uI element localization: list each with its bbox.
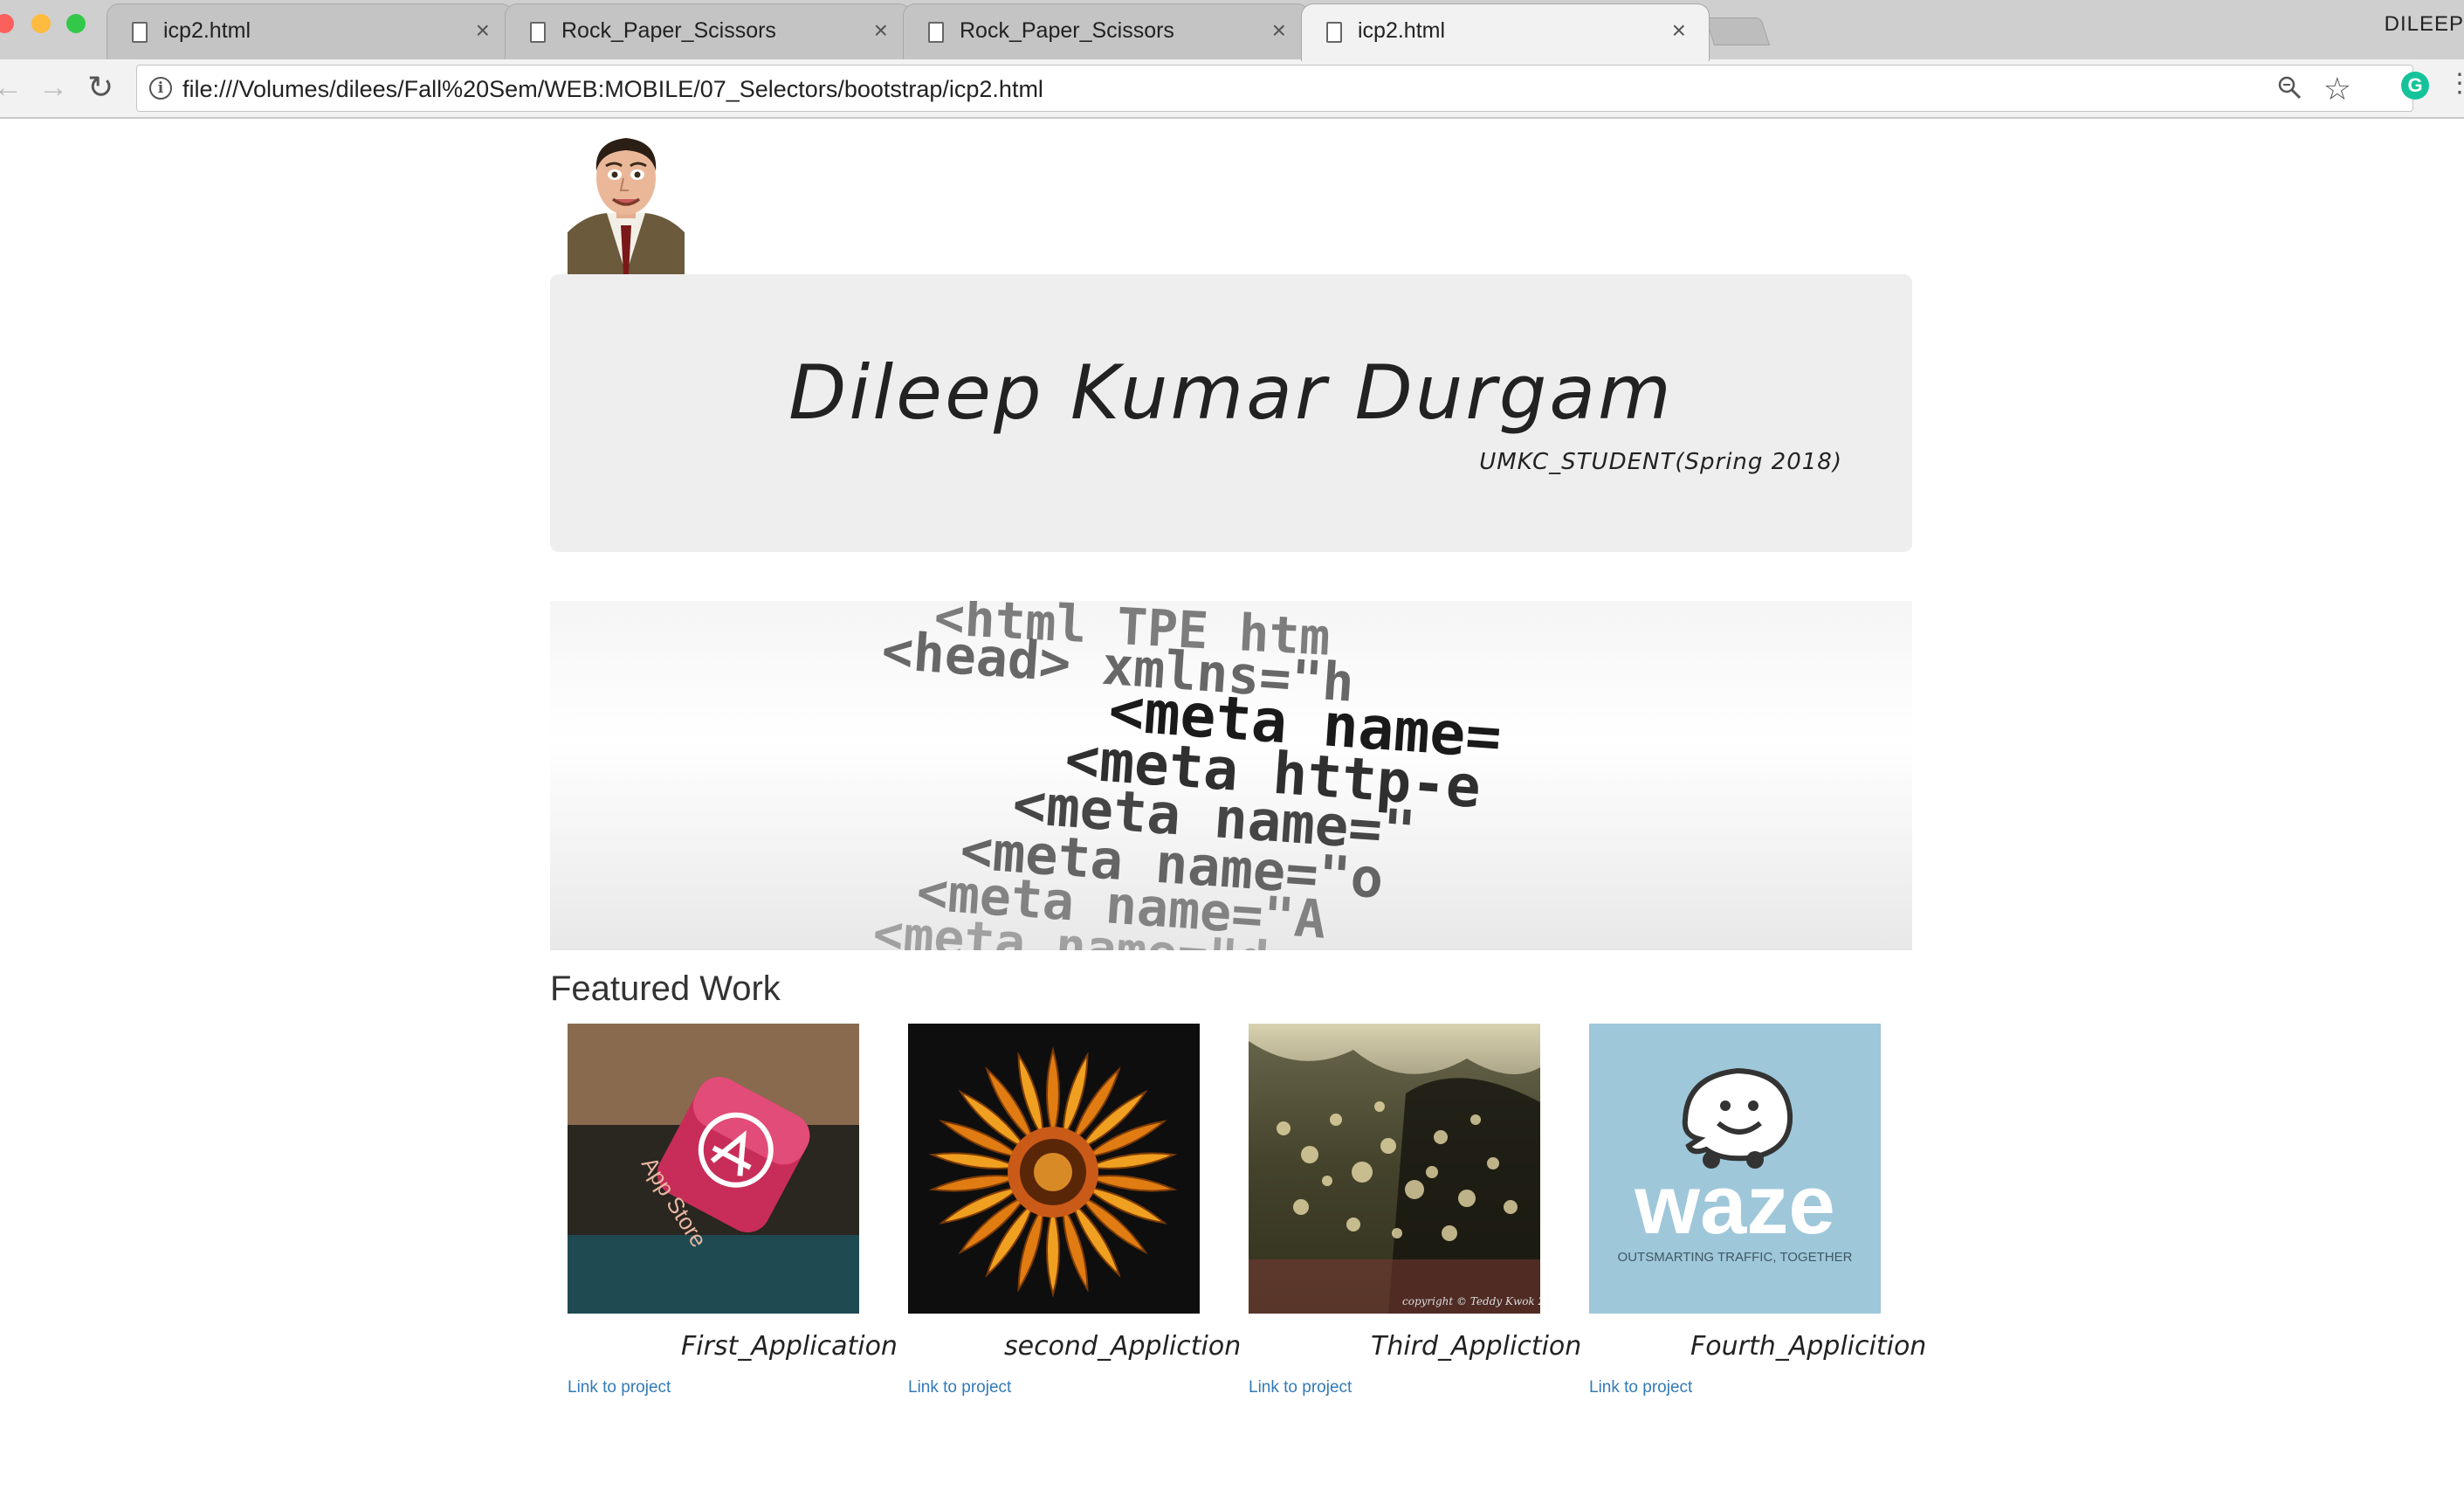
- reload-icon[interactable]: ↻: [87, 70, 114, 105]
- project-3-thumbnail[interactable]: copyright © Teddy Kwok 2014: [1249, 1024, 1540, 1314]
- new-tab-button[interactable]: [1704, 17, 1771, 45]
- url-text[interactable]: file:///Volumes/dilees/Fall%20Sem/WEB:MO…: [182, 76, 1043, 103]
- project-4-thumbnail[interactable]: waze OUTSMARTING TRAFFIC, TOGETHER: [1589, 1024, 1881, 1314]
- project-3-label: Third_Appliction: [1371, 1331, 1582, 1362]
- project-2-label: second_Appliction: [1004, 1331, 1242, 1362]
- project-4-link[interactable]: Link to project: [1589, 1378, 1692, 1397]
- close-window-button[interactable]: [0, 14, 14, 33]
- document-icon: [132, 22, 148, 43]
- project-2-link[interactable]: Link to project: [908, 1378, 1011, 1397]
- browser-toolbar: ← → ↻ i file:///Volumes/dilees/Fall%20Se…: [0, 59, 2464, 119]
- document-icon: [928, 22, 944, 43]
- tab-close-icon[interactable]: ×: [874, 17, 888, 45]
- document-icon: [1326, 22, 1342, 43]
- bookmark-star-icon[interactable]: ☆: [2323, 71, 2351, 107]
- project-1-link[interactable]: Link to project: [568, 1378, 671, 1397]
- tab-title: Rock_Paper_Scissors: [561, 18, 776, 43]
- info-icon[interactable]: i: [149, 77, 172, 100]
- tab-close-icon[interactable]: ×: [476, 17, 490, 45]
- browser-tab-4-active[interactable]: icp2.html ×: [1301, 3, 1710, 61]
- maximize-window-button[interactable]: [66, 14, 86, 33]
- zoom-icon[interactable]: [2276, 74, 2302, 107]
- browser-tab-2[interactable]: Rock_Paper_Scissors ×: [505, 3, 912, 59]
- tab-title: icp2.html: [1358, 18, 1446, 43]
- waze-wordmark: waze: [1634, 1158, 1834, 1252]
- tab-close-icon[interactable]: ×: [1672, 17, 1686, 45]
- hero-subtitle: UMKC_STUDENT(Spring 2018): [1479, 449, 1842, 475]
- tab-close-icon[interactable]: ×: [1272, 17, 1286, 45]
- profile-name[interactable]: DILEEP: [2385, 12, 2464, 37]
- browser-tab-1[interactable]: icp2.html ×: [107, 3, 513, 59]
- tab-title: Rock_Paper_Scissors: [960, 18, 1174, 43]
- tab-title: icp2.html: [163, 18, 251, 43]
- back-arrow-icon[interactable]: ←: [0, 70, 23, 105]
- avatar: [568, 128, 685, 274]
- featured-work-heading: Featured Work: [550, 969, 781, 1008]
- jumbotron: Dileep Kumar Durgam UMKC_STUDENT(Spring …: [550, 274, 1912, 552]
- hero-name: Dileep Kumar Durgam: [788, 349, 1674, 437]
- waze-tagline: OUTSMARTING TRAFFIC, TOGETHER: [1618, 1250, 1853, 1265]
- browser-tab-3[interactable]: Rock_Paper_Scissors ×: [903, 3, 1310, 59]
- grammarly-extension-icon[interactable]: G: [2401, 72, 2429, 100]
- project-1-thumbnail[interactable]: App Store: [568, 1024, 859, 1314]
- code-banner-image: <html TPE htm <head> xmlns="h <meta name…: [550, 601, 1912, 950]
- project-2-thumbnail[interactable]: [908, 1024, 1200, 1314]
- project-1-label: First_Application: [681, 1331, 898, 1362]
- photo-copyright-text: copyright © Teddy Kwok 2014: [1402, 1295, 1540, 1307]
- forward-arrow-icon[interactable]: →: [38, 70, 68, 105]
- minimize-window-button[interactable]: [31, 14, 51, 33]
- menu-dots-icon[interactable]: ⋮: [2447, 68, 2464, 99]
- project-4-label: Fourth_Applicition: [1690, 1331, 1927, 1362]
- project-3-link[interactable]: Link to project: [1249, 1378, 1352, 1397]
- document-icon: [530, 22, 546, 43]
- browser-tab-bar: icp2.html × Rock_Paper_Scissors × Rock_P…: [0, 0, 2464, 61]
- address-bar[interactable]: i file:///Volumes/dilees/Fall%20Sem/WEB:…: [136, 65, 2413, 112]
